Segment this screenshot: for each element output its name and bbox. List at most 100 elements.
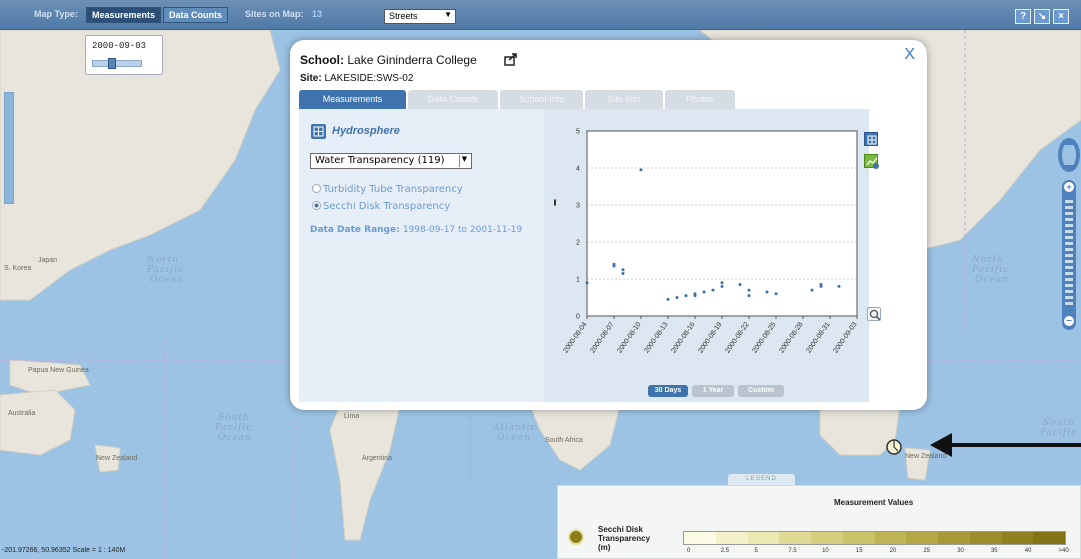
range-1-year-button[interactable]: 1 Year <box>692 385 734 397</box>
table-view-icon[interactable] <box>864 132 878 146</box>
date-slider-value: 2000-09-03 <box>92 41 147 51</box>
ocean-label: South Pacific Ocean <box>214 413 252 443</box>
sphere-title: Hydrosphere <box>332 125 400 137</box>
chart-y-tick-label: 1 <box>576 277 580 284</box>
legend-ramp-swatch <box>906 532 938 544</box>
chart-data-point <box>639 168 643 172</box>
tool-button[interactable]: ↘ <box>1034 9 1050 24</box>
legend-ramp-swatch <box>715 532 748 544</box>
zoom-chart-icon[interactable] <box>867 307 881 321</box>
zoom-tick <box>1065 260 1073 263</box>
country-label: S. Korea <box>4 265 31 272</box>
side-panel-tab[interactable] <box>4 92 14 204</box>
chart-data-point <box>747 294 751 298</box>
hydrosphere-icon <box>311 124 326 139</box>
secchi-chart[interactable]: 0123452000-08-04 2000-08-07 2000-08-10 2000… <box>544 109 869 402</box>
chart-data-point <box>693 292 697 296</box>
chart-data-point <box>810 288 814 292</box>
map-scale-text: -201.97266, 50.96352 Scale = 1 : 140M <box>2 547 126 554</box>
zoom-tick <box>1065 272 1073 275</box>
chart-data-point <box>684 294 688 298</box>
sites-on-map-count: 13 <box>312 9 323 19</box>
chart-x-tick-label: 2000-08-04 <box>562 321 588 354</box>
chart-data-point <box>612 264 616 268</box>
chart-data-point <box>621 268 625 272</box>
legend-tab[interactable]: LEGEND <box>728 474 795 485</box>
legend-ramp-swatch <box>684 532 716 544</box>
chart-x-tick-label: 2000-08-07 <box>589 321 615 354</box>
school-heading: School: Lake Gininderra College <box>300 53 477 67</box>
legend-ramp-swatch <box>779 532 811 544</box>
chart-area: 0 1 2 3 4 5 2000-08-04 2000-08-07 2000-08-10 2000… <box>544 109 869 402</box>
country-label: South Africa <box>545 437 583 444</box>
zoom-tick <box>1065 236 1073 239</box>
chart-data-point <box>747 288 751 292</box>
pan-control[interactable] <box>1058 138 1081 172</box>
chart-plot-area <box>586 130 858 317</box>
chart-data-point <box>765 290 769 294</box>
measurement-select[interactable]: Water Transparency (119) ▼ <box>310 153 472 169</box>
basemap-select-value: Streets <box>389 11 418 21</box>
legend-ramp-label: 2.5 <box>720 548 730 554</box>
zoom-out-button[interactable]: – <box>1064 316 1074 326</box>
legend-ramp-label: 25 <box>923 548 931 554</box>
chart-x-tick-label: 2000-08-16 <box>670 321 696 354</box>
ocean-label: North Pacific Ocean <box>971 255 1009 285</box>
legend-ramp-label: 0 <box>687 548 691 554</box>
share-icon[interactable] <box>504 52 518 66</box>
data-date-range: Data Date Range: 1998-09-17 to 2001-11-1… <box>310 225 522 235</box>
measurement-select-value: Water Transparency (119) <box>315 155 445 166</box>
zoom-tick <box>1065 266 1073 269</box>
chart-data-point <box>711 288 715 292</box>
legend-ramp-swatch <box>938 532 970 544</box>
basemap-select[interactable]: Streets ▼ <box>384 9 456 24</box>
chart-y-axis-marker <box>554 199 556 206</box>
help-button[interactable]: ? <box>1015 9 1031 24</box>
legend-measure-line: Secchi Disk <box>598 525 643 534</box>
zoom-tick <box>1065 290 1073 293</box>
legend-ramp-label: 15 <box>855 548 863 554</box>
radio-secchi-disk[interactable]: Secchi Disk Transparency <box>312 201 450 212</box>
legend-ramp-label: 40 <box>1024 548 1032 554</box>
tab-measurements[interactable]: Measurements <box>299 90 406 109</box>
zoom-slider[interactable]: + – <box>1062 180 1076 330</box>
chart-x-tick-label: 2000-08-31 <box>805 321 831 354</box>
legend-ramp-swatch <box>1033 532 1065 544</box>
zoom-tick <box>1065 212 1073 215</box>
legend-ramp-swatch <box>1001 532 1034 544</box>
ocean-label: Atlantic Ocean <box>492 423 537 443</box>
close-map-button[interactable]: × <box>1053 9 1069 24</box>
tab-site-info[interactable]: Site Info <box>585 90 663 109</box>
date-slider-thumb[interactable] <box>108 58 116 69</box>
chart-x-tick-label: 2000-08-28 <box>778 321 804 354</box>
close-dialog-button[interactable]: X <box>904 46 915 64</box>
pointer-arrow <box>930 433 1081 457</box>
radio-label: Secchi Disk Transparency <box>323 201 451 212</box>
tab-school-info[interactable]: School Info <box>500 90 583 109</box>
zoom-in-button[interactable]: + <box>1064 182 1074 192</box>
date-slider-box: 2000-09-03 <box>85 35 163 75</box>
radio-turbidity-tube[interactable]: Turbidity Tube Transparency <box>312 184 463 195</box>
chart-data-point <box>720 284 724 288</box>
date-slider-track[interactable] <box>92 60 142 67</box>
legend-ramp-label: 10 <box>822 548 829 554</box>
chart-data-point <box>585 281 589 285</box>
range-custom-button[interactable]: Custom <box>738 385 784 397</box>
legend-ramp-swatch <box>811 532 843 544</box>
chart-data-point <box>702 290 706 294</box>
zoom-tick <box>1065 248 1073 251</box>
country-label: Papua New Guinea <box>28 367 89 374</box>
legend-ramp-label: 20 <box>889 548 897 554</box>
data-range-label: Data Date Range: <box>310 225 400 235</box>
legend-ramp-swatch <box>842 532 875 544</box>
tab-data-counts[interactable]: Data Counts <box>408 90 498 109</box>
add-chart-icon[interactable] <box>864 154 879 169</box>
legend-ramp-label: 30 <box>957 548 964 554</box>
ocean-label: North Pacific Ocean <box>146 255 184 285</box>
tab-photos[interactable]: Photos <box>665 90 735 109</box>
map-type-data-counts-button[interactable]: Data Counts <box>163 7 229 23</box>
secchi-disk-icon <box>568 529 584 545</box>
country-label: Japan <box>38 257 57 264</box>
map-type-measurements-button[interactable]: Measurements <box>86 7 162 23</box>
range-30-days-button[interactable]: 30 Days <box>648 385 688 397</box>
